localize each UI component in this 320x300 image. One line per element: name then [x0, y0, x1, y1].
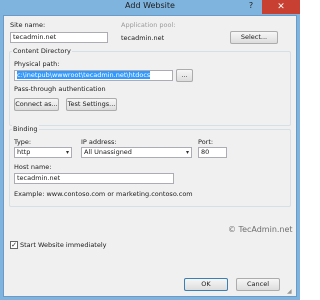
host-name-label: Host name:: [14, 163, 52, 171]
physical-path-input[interactable]: c:\inetpub\wwwroot\tecadmin.net\htdocs: [14, 70, 173, 81]
dialog-body: Site name: tecadmin.net Application pool…: [3, 15, 297, 297]
start-immediately-checkbox[interactable]: ✓: [10, 241, 18, 249]
test-settings-button[interactable]: Test Settings...: [66, 98, 117, 111]
ok-button[interactable]: OK: [184, 278, 228, 291]
type-label: Type:: [14, 138, 32, 146]
select-app-pool-button[interactable]: Select...: [230, 31, 278, 44]
browse-button[interactable]: ...: [176, 69, 193, 82]
physical-path-label: Physical path:: [14, 60, 60, 68]
site-name-label: Site name:: [10, 21, 46, 29]
cancel-button[interactable]: Cancel: [236, 278, 280, 291]
ip-address-label: IP address:: [81, 138, 117, 146]
watermark: © TecAdmin.net: [228, 225, 293, 234]
connect-as-button[interactable]: Connect as...: [14, 98, 59, 111]
start-immediately-label: Start Website immediately: [20, 241, 107, 249]
binding-title: Binding: [12, 125, 39, 133]
physical-path-text: c:\inetpub\wwwroot\tecadmin.net\htdocs: [17, 71, 151, 79]
title-bar[interactable]: Add Website ? ✕: [0, 0, 300, 14]
host-name-example: Example: www.contoso.com or marketing.co…: [14, 190, 193, 198]
app-pool-value: tecadmin.net: [121, 34, 165, 42]
checkmark-icon: ✓: [11, 241, 17, 249]
content-directory-title: Content Directory: [12, 47, 72, 55]
chevron-down-icon: ▾: [185, 149, 189, 156]
host-name-input[interactable]: tecadmin.net: [14, 173, 174, 184]
help-button[interactable]: ?: [242, 0, 260, 12]
type-select[interactable]: http ▾: [14, 147, 72, 158]
port-label: Port:: [198, 138, 214, 146]
resize-grip-icon[interactable]: ◢: [287, 288, 295, 296]
ip-address-select[interactable]: All Unassigned ▾: [81, 147, 192, 158]
add-website-window: Add Website ? ✕ Site name: tecadmin.net …: [0, 0, 300, 300]
passthrough-auth-label: Pass-through authentication: [14, 85, 106, 93]
app-pool-label: Application pool:: [121, 21, 176, 29]
close-button[interactable]: ✕: [262, 0, 300, 14]
site-name-input[interactable]: tecadmin.net: [10, 32, 108, 43]
type-select-value: http: [17, 148, 31, 156]
port-input[interactable]: 80: [198, 147, 227, 158]
chevron-down-icon: ▾: [65, 149, 69, 156]
ip-address-select-value: All Unassigned: [84, 148, 132, 156]
